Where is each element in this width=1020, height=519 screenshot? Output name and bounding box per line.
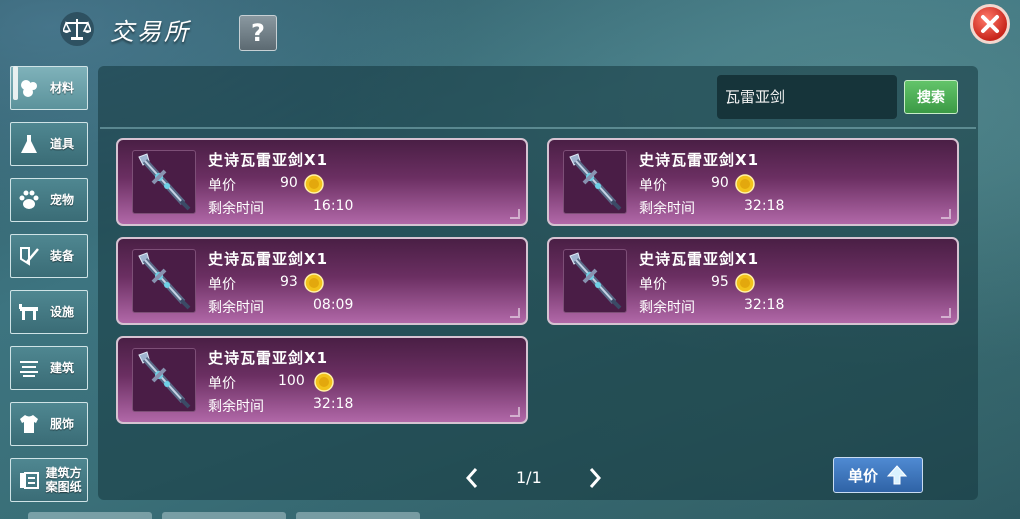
item-name: 史诗瓦雷亚剑X1 xyxy=(639,151,760,169)
time-label: 剩余时间 xyxy=(639,300,695,316)
time-label: 剩余时间 xyxy=(208,201,264,217)
facility-icon xyxy=(14,297,44,327)
page-title: 交易所 xyxy=(110,18,191,46)
item-price: 95 xyxy=(711,274,729,290)
corner-mark xyxy=(510,308,520,318)
scale-icon xyxy=(60,12,94,46)
sort-label: 单价 xyxy=(848,466,879,485)
sidebar-item-label: 装备 xyxy=(50,249,75,263)
time-label: 剩余时间 xyxy=(208,399,264,415)
coin-icon xyxy=(735,273,755,293)
remaining-time: 32:18 xyxy=(744,297,785,313)
search-button[interactable]: 搜索 xyxy=(904,80,958,114)
item-slot xyxy=(132,249,196,313)
price-label: 单价 xyxy=(639,178,667,194)
sword-icon xyxy=(133,153,195,217)
prev-page-button[interactable] xyxy=(462,465,482,491)
coin-icon xyxy=(304,273,324,293)
coin-icon xyxy=(314,372,334,392)
search-input[interactable]: 瓦雷亚剑 xyxy=(717,75,897,119)
corner-mark xyxy=(510,209,520,219)
help-button[interactable]: ? xyxy=(239,15,277,51)
remaining-time: 08:09 xyxy=(313,297,354,313)
remaining-time: 16:10 xyxy=(313,198,354,214)
listing-card[interactable]: 史诗瓦雷亚剑X1 单价 93 剩余时间 08:09 xyxy=(116,237,528,325)
chevron-right-icon xyxy=(589,468,602,488)
sidebar-item-label: 服饰 xyxy=(50,417,75,431)
item-price: 90 xyxy=(280,175,298,191)
remaining-time: 32:18 xyxy=(744,198,785,214)
item-slot xyxy=(132,150,196,214)
blueprint-icon xyxy=(14,465,44,495)
corner-mark xyxy=(941,209,951,219)
item-name: 史诗瓦雷亚剑X1 xyxy=(208,250,329,268)
close-icon xyxy=(981,15,999,33)
sword-icon xyxy=(564,153,626,217)
sword-icon xyxy=(564,252,626,316)
item-price: 100 xyxy=(278,373,305,389)
corner-mark xyxy=(510,407,520,417)
sidebar-item-pet[interactable]: 宠物 xyxy=(10,178,88,222)
page-indicator: 1/1 xyxy=(516,468,542,487)
coin-icon xyxy=(304,174,324,194)
chevron-left-icon xyxy=(465,468,478,488)
price-label: 单价 xyxy=(208,277,236,293)
item-name: 史诗瓦雷亚剑X1 xyxy=(208,151,329,169)
sidebar-scrollbar[interactable] xyxy=(13,66,18,100)
listing-card[interactable]: 史诗瓦雷亚剑X1 单价 90 剩余时间 16:10 xyxy=(116,138,528,226)
equipment-icon xyxy=(14,241,44,271)
sidebar-item-label: 建筑 xyxy=(50,361,75,375)
sort-arrow-icon xyxy=(886,465,908,485)
sidebar-item-props[interactable]: 道具 xyxy=(10,122,88,166)
time-label: 剩余时间 xyxy=(208,300,264,316)
sidebar-item-facility[interactable]: 设施 xyxy=(10,290,88,334)
coin-icon xyxy=(735,174,755,194)
item-slot xyxy=(132,348,196,412)
building-icon xyxy=(14,353,44,383)
sidebar-item-equipment[interactable]: 装备 xyxy=(10,234,88,278)
sidebar-item-material[interactable]: 材料 xyxy=(10,66,88,110)
bottom-tab[interactable] xyxy=(296,512,420,519)
price-label: 单价 xyxy=(208,178,236,194)
sidebar-item-clothing[interactable]: 服饰 xyxy=(10,402,88,446)
bottom-tab[interactable] xyxy=(162,512,286,519)
item-price: 93 xyxy=(280,274,298,290)
header: 交易所 ? xyxy=(0,0,1020,60)
sidebar-item-blueprint[interactable]: 建筑方案图纸 xyxy=(10,458,88,502)
item-slot xyxy=(563,150,627,214)
price-label: 单价 xyxy=(639,277,667,293)
sword-icon xyxy=(133,351,195,415)
sidebar-item-label: 宠物 xyxy=(50,193,75,207)
sidebar-item-building[interactable]: 建筑 xyxy=(10,346,88,390)
listing-card[interactable]: 史诗瓦雷亚剑X1 单价 90 剩余时间 32:18 xyxy=(547,138,959,226)
paw-icon xyxy=(14,185,44,215)
sidebar-item-label: 材料 xyxy=(50,81,75,95)
item-price: 90 xyxy=(711,175,729,191)
sort-by-price-button[interactable]: 单价 xyxy=(833,457,923,493)
remaining-time: 32:18 xyxy=(313,396,354,412)
next-page-button[interactable] xyxy=(585,465,605,491)
divider xyxy=(100,127,976,129)
bottom-tab[interactable] xyxy=(28,512,152,519)
clothing-icon xyxy=(14,409,44,439)
close-button[interactable] xyxy=(970,4,1010,44)
listing-card[interactable]: 史诗瓦雷亚剑X1 单价 100 剩余时间 32:18 xyxy=(116,336,528,424)
item-name: 史诗瓦雷亚剑X1 xyxy=(208,349,329,367)
sword-icon xyxy=(133,252,195,316)
material-icon xyxy=(14,73,44,103)
potion-icon xyxy=(14,129,44,159)
listing-card[interactable]: 史诗瓦雷亚剑X1 单价 95 剩余时间 32:18 xyxy=(547,237,959,325)
item-slot xyxy=(563,249,627,313)
sidebar-item-label: 道具 xyxy=(50,137,75,151)
sidebar-item-label: 建筑方案图纸 xyxy=(45,466,82,494)
time-label: 剩余时间 xyxy=(639,201,695,217)
corner-mark xyxy=(941,308,951,318)
item-name: 史诗瓦雷亚剑X1 xyxy=(639,250,760,268)
sidebar-item-label: 设施 xyxy=(50,305,75,319)
price-label: 单价 xyxy=(208,376,236,392)
